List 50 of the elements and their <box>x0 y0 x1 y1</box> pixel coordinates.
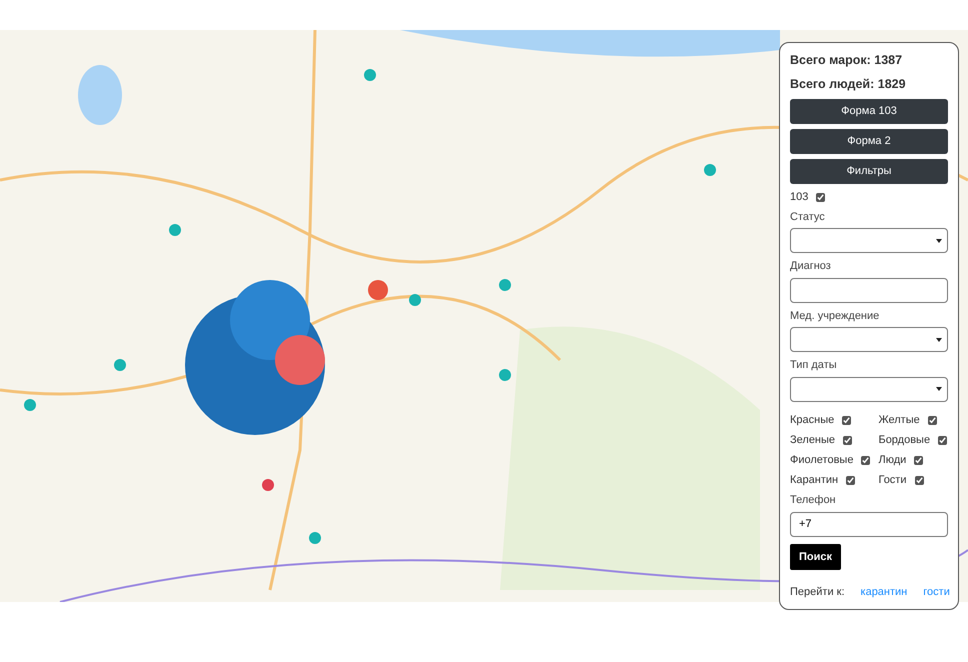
person-marker[interactable] <box>309 532 321 544</box>
checkbox-label: Бордовые <box>878 434 930 448</box>
field-label: Телефон <box>790 494 836 508</box>
panel-button[interactable]: Фильтры <box>790 158 948 184</box>
person-marker[interactable] <box>499 369 511 381</box>
select-field[interactable] <box>790 327 948 352</box>
panel-button[interactable]: Форма 2 <box>790 128 948 154</box>
checkbox-label: Фиолетовые <box>790 454 854 468</box>
person-marker[interactable] <box>169 224 181 236</box>
search-button[interactable]: Поиск <box>790 544 842 570</box>
select-field[interactable] <box>790 228 948 254</box>
checkbox[interactable] <box>914 456 924 466</box>
checkbox[interactable] <box>843 436 852 445</box>
checkbox[interactable] <box>938 436 948 445</box>
field-label: Статус <box>790 210 825 224</box>
person-marker[interactable] <box>24 399 36 411</box>
total-people-title: Всего людей: 1829 <box>790 76 907 93</box>
checkbox[interactable] <box>861 456 870 466</box>
checkbox-label: Красные <box>790 414 834 427</box>
checkbox-label: Желтые <box>878 414 920 427</box>
person-marker[interactable] <box>364 69 376 81</box>
checkbox-label: Гости <box>878 474 906 488</box>
caret-icon <box>936 387 942 392</box>
field-label: Диагноз <box>790 260 831 274</box>
select-field[interactable] <box>790 376 948 402</box>
goto-label: Перейти к: <box>790 585 845 600</box>
marker-cluster[interactable] <box>185 280 325 435</box>
person-marker[interactable] <box>499 279 511 291</box>
checkbox-label: Зеленые <box>790 434 836 448</box>
diagnosis-field[interactable] <box>790 278 948 303</box>
phone-field[interactable]: +7 <box>790 512 948 537</box>
map-marker[interactable] <box>368 280 388 300</box>
person-marker[interactable] <box>114 359 126 371</box>
caret-icon <box>936 338 942 342</box>
checkbox-label: 103 <box>790 190 808 204</box>
field-label: Мед. учреждение <box>790 310 880 323</box>
total-marks-title: Всего марок: 1387 <box>790 52 904 69</box>
checkbox[interactable] <box>914 476 924 486</box>
field-label: Тип даты <box>790 359 837 372</box>
checkbox[interactable] <box>846 476 856 486</box>
checkbox[interactable] <box>816 192 826 202</box>
person-marker[interactable] <box>704 164 716 176</box>
checkbox[interactable] <box>928 416 937 425</box>
panel-button[interactable]: Форма 103 <box>790 98 948 124</box>
checkbox-label: Люди <box>878 454 906 468</box>
person-marker[interactable] <box>262 479 274 491</box>
checkbox-label: Карантин <box>790 474 838 488</box>
caret-icon <box>936 238 942 243</box>
checkbox[interactable] <box>842 416 852 425</box>
person-marker[interactable] <box>409 294 421 306</box>
